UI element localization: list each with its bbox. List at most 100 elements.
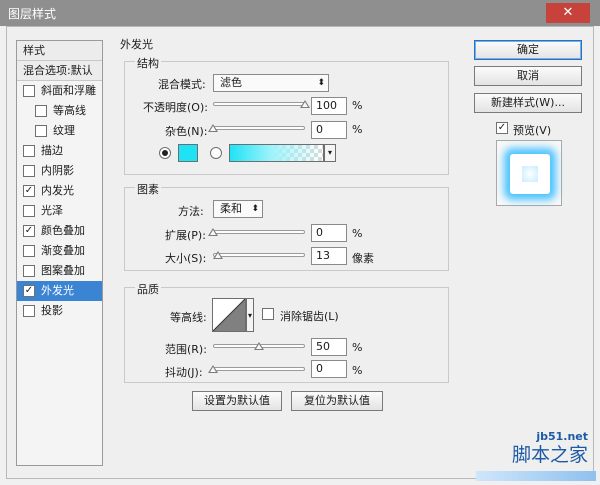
style-list-item[interactable]: 内阴影 [17,161,102,181]
style-list: 样式 混合选项:默认 斜面和浮雕等高线纹理 描边内阴影 ✓ 内发光光泽 ✓ 颜色叠加渐变叠… [16,40,103,466]
cancel-button[interactable]: 取消 [474,66,582,86]
technique-select[interactable]: 柔和 ⬍ [213,200,263,218]
style-checkbox[interactable]: ✓ [23,285,35,297]
style-list-item[interactable]: 描边 [17,141,102,161]
range-slider-thumb[interactable] [254,342,264,350]
jitter-field[interactable]: 0 [311,360,347,378]
spread-slider-thumb[interactable] [208,228,218,236]
chevron-down-icon: ▾ [247,311,252,320]
style-list-header-styles[interactable]: 样式 [17,41,102,61]
blend-mode-select[interactable]: 滤色 ⬍ [213,74,329,92]
style-checkbox[interactable]: ✓ [23,185,35,197]
checkmark-icon: ✓ [24,285,34,296]
style-checkbox[interactable]: ✓ [23,225,35,237]
style-checkbox[interactable] [23,245,35,257]
style-list-item[interactable]: 光泽 [17,201,102,221]
style-list-item[interactable]: 等高线 [17,101,102,121]
style-list-item[interactable]: 图案叠加 [17,261,102,281]
style-list-item-label: 内阴影 [41,164,74,177]
preview-checkbox[interactable]: ✓ [496,122,508,134]
chevron-down-icon: ▾ [327,148,332,157]
style-checkbox[interactable] [35,125,47,137]
technique-value: 柔和 [220,202,242,215]
noise-slider-thumb[interactable] [208,124,218,132]
style-list-item-label: 渐变叠加 [41,244,85,257]
style-list-item-label: 颜色叠加 [41,224,85,237]
jitter-slider[interactable] [213,367,305,371]
style-list-item[interactable]: ✓ 内发光 [17,181,102,201]
style-list-item-label: 图案叠加 [41,264,85,277]
structure-title: 结构 [135,55,161,71]
contour-preview[interactable] [212,298,246,332]
blend-mode-value: 滤色 [220,76,242,89]
style-checkbox[interactable] [23,85,35,97]
solid-color-radio[interactable] [159,147,171,159]
opacity-label: 不透明度(O): [143,101,208,114]
style-checkbox[interactable] [23,205,35,217]
watermark: jb51.net 脚本之家 [476,413,596,481]
style-list-item[interactable]: 斜面和浮雕 [17,81,102,101]
preview-label: 预览(V) [513,124,552,137]
size-label: 大小(S): [165,252,207,265]
checkmark-icon: ✓ [24,185,34,196]
contour-curve-icon [212,298,246,332]
close-icon: ✕ [562,5,574,20]
contour-dropdown[interactable]: ▾ [246,298,254,332]
opacity-slider[interactable] [213,102,305,106]
updown-arrow-icon: ⬍ [317,78,325,88]
style-checkbox[interactable] [35,105,47,117]
blend-mode-label: 混合模式: [158,78,206,91]
range-unit: % [352,341,363,354]
size-slider[interactable] [213,253,305,257]
style-list-item[interactable]: ✓ 颜色叠加 [17,221,102,241]
style-list-item-label: 等高线 [53,104,86,117]
quality-title: 品质 [135,281,161,297]
noise-field[interactable]: 0 [311,121,347,139]
style-checkbox[interactable] [23,165,35,177]
jitter-label: 抖动(J): [165,366,203,379]
anti-alias-label: 消除锯齿(L) [280,310,339,323]
style-list-item-label: 斜面和浮雕 [41,84,96,97]
close-button[interactable]: ✕ [546,3,590,23]
reset-default-button[interactable]: 复位为默认值 [291,391,383,411]
checkmark-icon: ✓ [24,225,34,236]
style-list-item-label: 光泽 [41,204,63,217]
style-list-item[interactable]: 纹理 [17,121,102,141]
ok-button[interactable]: 确定 [474,40,582,60]
style-checkbox[interactable] [23,305,35,317]
style-list-item-label: 外发光 [41,284,74,297]
style-list-header-blending[interactable]: 混合选项:默认 [17,61,102,81]
updown-arrow-icon: ⬍ [251,204,259,214]
gradient-swatch[interactable] [229,144,324,162]
glow-color-swatch[interactable] [178,144,198,162]
style-list-item[interactable]: 渐变叠加 [17,241,102,261]
jitter-slider-thumb[interactable] [208,365,218,373]
style-checkbox[interactable] [23,145,35,157]
technique-label: 方法: [178,205,204,218]
make-default-button[interactable]: 设置为默认值 [192,391,282,411]
style-list-item-label: 内发光 [41,184,74,197]
new-style-button[interactable]: 新建样式(W)... [474,93,582,113]
opacity-field[interactable]: 100 [311,97,347,115]
gradient-dropdown[interactable]: ▾ [324,144,336,162]
checkmark-icon: ✓ [497,122,507,133]
range-label: 范围(R): [165,343,207,356]
size-unit: 像素 [352,252,374,265]
size-slider-thumb[interactable] [212,251,223,259]
range-field[interactable]: 50 [311,338,347,356]
opacity-slider-thumb[interactable] [300,100,310,108]
style-list-item[interactable]: ✓ 外发光 [17,281,102,301]
jitter-unit: % [352,364,363,377]
gradient-radio[interactable] [210,147,222,159]
noise-label: 杂色(N): [165,125,208,138]
watermark-name: 脚本之家 [511,444,588,466]
noise-unit: % [352,123,363,136]
noise-slider[interactable] [213,126,305,130]
spread-field[interactable]: 0 [311,224,347,242]
contour-label: 等高线: [170,311,207,324]
spread-slider[interactable] [213,230,305,234]
style-checkbox[interactable] [23,265,35,277]
anti-alias-checkbox[interactable] [262,308,274,320]
style-list-item[interactable]: 投影 [17,301,102,321]
size-field[interactable]: 13 [311,247,347,265]
